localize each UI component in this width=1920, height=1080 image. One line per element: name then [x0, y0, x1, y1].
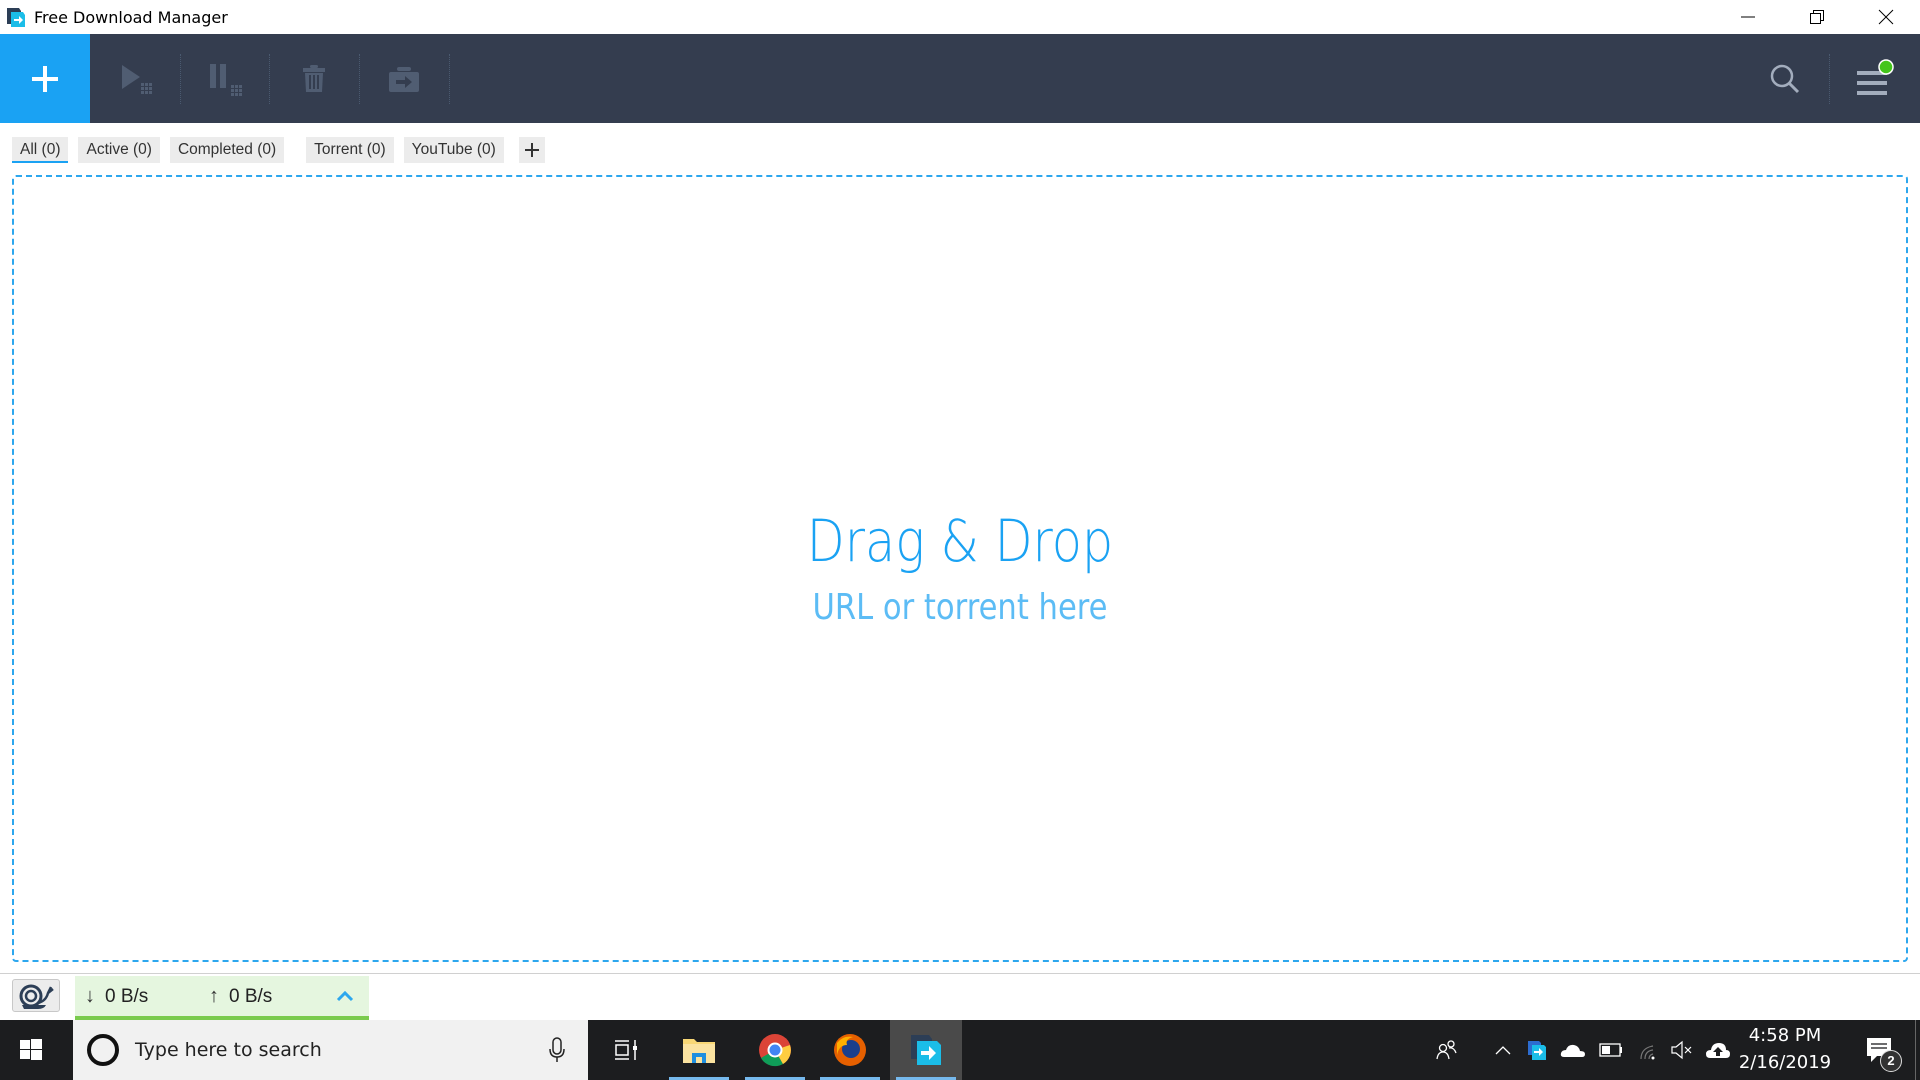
taskbar-chrome[interactable]	[739, 1020, 811, 1080]
taskbar-file-explorer[interactable]	[663, 1020, 735, 1080]
hamburger-menu-icon	[1857, 58, 1894, 95]
minimize-icon	[1740, 16, 1755, 18]
toolbar	[0, 34, 1920, 123]
upload-arrow-icon: ↑	[209, 985, 219, 1007]
upload-speed: ↑ 0 B/s	[209, 985, 272, 1008]
pause-icon	[210, 63, 242, 96]
onedrive-icon	[1560, 1044, 1585, 1057]
download-speed-value: 0 B/s	[105, 985, 149, 1007]
windows-icon	[20, 1039, 42, 1060]
restore-button[interactable]	[1782, 0, 1851, 34]
minimize-button[interactable]	[1713, 0, 1782, 34]
file-explorer-icon	[683, 1039, 715, 1063]
play-icon	[122, 64, 152, 94]
notification-badge: 2	[1880, 1050, 1902, 1072]
tray-fdm[interactable]	[1524, 1020, 1550, 1080]
battery-icon	[1599, 1043, 1622, 1057]
tab-active[interactable]: Active (0)	[78, 137, 160, 163]
trash-icon	[303, 64, 325, 92]
add-tab-button[interactable]	[518, 137, 545, 163]
start-button[interactable]	[90, 34, 180, 123]
taskbar-search[interactable]: Type here to search	[73, 1020, 588, 1080]
chevron-up-icon	[1495, 1046, 1511, 1055]
title-bar: Free Download Manager	[0, 0, 1920, 34]
tab-all[interactable]: All (0)	[12, 137, 69, 163]
drop-zone-title: Drag & Drop	[806, 507, 1114, 575]
start-button[interactable]	[0, 1020, 62, 1080]
download-arrow-icon: ↓	[85, 985, 95, 1007]
search-icon	[1770, 64, 1800, 93]
action-center-button[interactable]: 2	[1850, 1020, 1910, 1080]
taskbar-free-download-manager[interactable]	[890, 1020, 962, 1080]
system-clock[interactable]: 4:58 PM 2/16/2019	[1730, 1020, 1840, 1080]
toolbar-separator	[449, 54, 450, 104]
notification-dot	[1878, 58, 1894, 75]
chrome-icon	[759, 1034, 791, 1067]
snail-icon	[19, 984, 54, 1009]
close-button[interactable]	[1851, 0, 1920, 34]
show-hidden-icons-button[interactable]	[1490, 1020, 1516, 1080]
upload-speed-value: 0 B/s	[229, 985, 273, 1007]
clock-date: 2/16/2019	[1738, 1052, 1832, 1073]
fdm-icon	[911, 1035, 941, 1065]
filter-tabs: All (0) Active (0) Completed (0) Torrent…	[12, 137, 545, 163]
speed-mode-button[interactable]	[12, 979, 60, 1012]
plus-icon	[524, 143, 539, 157]
add-download-button[interactable]	[0, 34, 90, 123]
window-title: Free Download Manager	[34, 7, 228, 27]
onedrive-button[interactable]	[1558, 1020, 1588, 1080]
search-button[interactable]	[1740, 34, 1830, 123]
cloud-upload-icon	[1706, 1043, 1730, 1058]
download-speed: ↓ 0 B/s	[85, 985, 148, 1008]
chevron-up-icon	[336, 990, 354, 1002]
microphone-icon[interactable]	[548, 1037, 566, 1063]
taskbar-firefox[interactable]	[814, 1020, 886, 1080]
upload-tray-button[interactable]	[1703, 1020, 1733, 1080]
app-logo-icon	[5, 6, 27, 28]
close-icon	[1878, 9, 1893, 25]
restore-icon	[1809, 10, 1824, 24]
drop-zone[interactable]: Drag & Drop URL or torrent here	[12, 175, 1908, 962]
fdm-tray-icon	[1528, 1041, 1546, 1060]
plus-icon	[32, 65, 58, 92]
folder-move-icon	[389, 66, 419, 92]
battery-button[interactable]	[1596, 1020, 1626, 1080]
people-button[interactable]	[1432, 1020, 1462, 1080]
show-desktop-button[interactable]	[1915, 1020, 1920, 1080]
pause-button[interactable]	[180, 34, 270, 123]
volume-button[interactable]	[1667, 1020, 1697, 1080]
delete-button[interactable]	[269, 34, 359, 123]
people-icon	[1436, 1040, 1457, 1060]
task-view-icon	[615, 1040, 637, 1060]
expand-button[interactable]	[335, 986, 355, 1011]
volume-muted-icon	[1671, 1040, 1692, 1060]
drop-zone-subtitle: URL or torrent here	[812, 587, 1108, 628]
wifi-icon	[1640, 1045, 1655, 1060]
tab-youtube[interactable]: YouTube (0)	[403, 137, 504, 163]
main-menu-button[interactable]	[1830, 34, 1920, 123]
status-bar: ↓ 0 B/s ↑ 0 B/s	[0, 973, 1920, 1020]
clock-time: 4:58 PM	[1748, 1025, 1822, 1046]
task-view-button[interactable]	[590, 1020, 662, 1080]
taskbar: Type here to search 4:58 PM 2/16/2019 2	[0, 1020, 1920, 1080]
search-placeholder: Type here to search	[135, 1039, 322, 1061]
firefox-icon	[834, 1034, 866, 1066]
speed-panel[interactable]: ↓ 0 B/s ↑ 0 B/s	[75, 976, 369, 1020]
cortana-icon	[87, 1034, 119, 1066]
move-button[interactable]	[359, 34, 449, 123]
tab-torrent[interactable]: Torrent (0)	[306, 137, 394, 163]
network-button[interactable]	[1633, 1020, 1663, 1080]
tab-completed[interactable]: Completed (0)	[169, 137, 285, 163]
